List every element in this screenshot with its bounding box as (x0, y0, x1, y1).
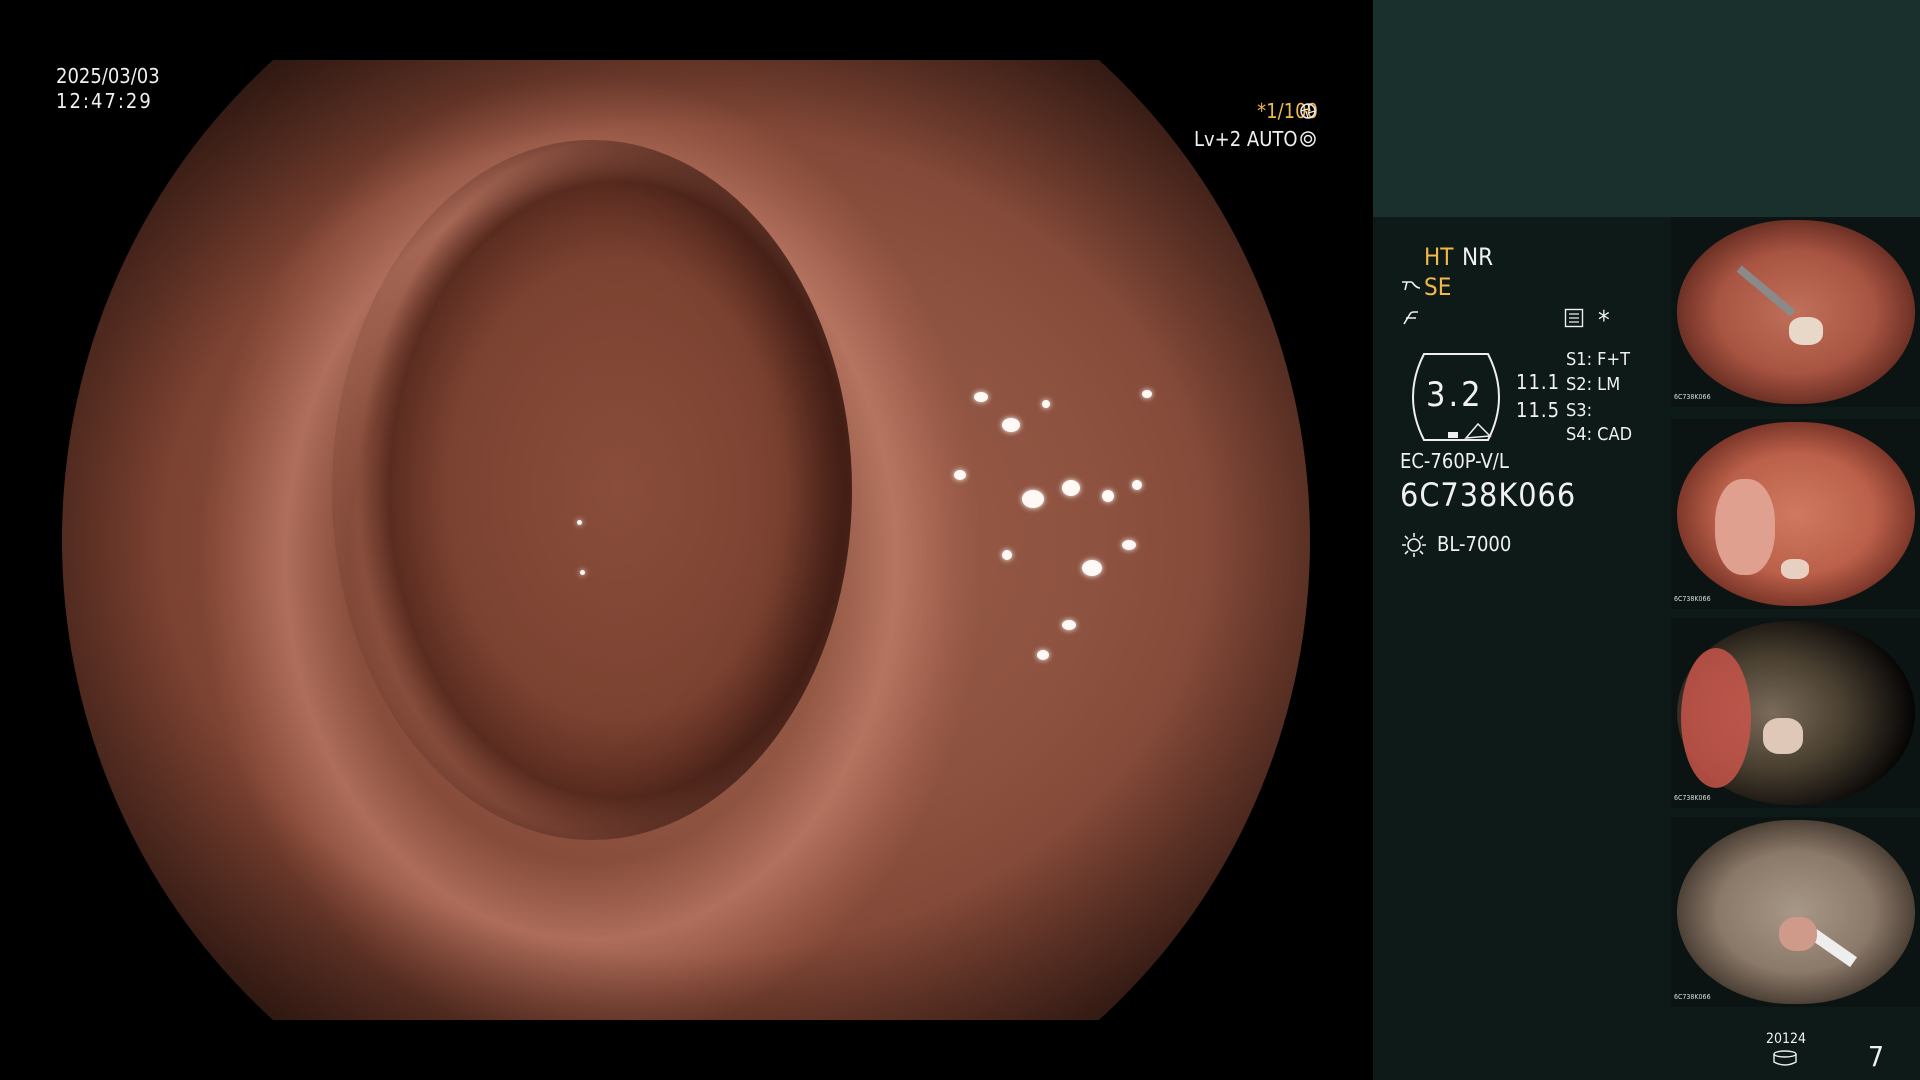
se-mode: SE (1424, 273, 1452, 301)
endoscopic-view (62, 60, 1310, 1020)
scope-tip-icon (1400, 276, 1422, 298)
switch-s1: S1: F+T (1566, 349, 1630, 370)
iris-icon (1300, 131, 1316, 147)
thumbnail-2[interactable]: 6C738K066 (1671, 419, 1920, 609)
light-source-icon (1400, 531, 1428, 559)
thumbnail-4-id: 6C738K066 (1674, 993, 1711, 1001)
info-panel-header (1373, 0, 1920, 217)
thumbnail-3[interactable]: 6C738K066 (1671, 618, 1920, 808)
record-icon (1564, 308, 1584, 328)
ht-mode: HT (1424, 243, 1454, 271)
iris-value: Lv+2 AUTO (1194, 127, 1298, 151)
scale-top-value: 11.1 (1516, 370, 1561, 394)
thumbnail-3-id: 6C738K066 (1674, 794, 1711, 802)
thumbnail-4[interactable]: 6C738K066 (1671, 817, 1920, 1007)
page-number: 7 (1868, 1040, 1885, 1073)
date-label: 2025/03/03 (56, 64, 160, 88)
thumbnail-2-id: 6C738K066 (1674, 595, 1711, 603)
thumbnail-1[interactable]: 6C738K066 (1671, 217, 1920, 407)
scale-bottom-value: 11.5 (1516, 398, 1561, 422)
time-label: 12:47:29 (56, 89, 153, 113)
counter-label: 20124 (1766, 1031, 1807, 1047)
nr-mode: NR (1462, 243, 1494, 271)
light-source-label: BL-7000 (1437, 532, 1512, 556)
vignette (62, 60, 1310, 1020)
storage-icon (1773, 1050, 1797, 1066)
scope-serial: 6C738K066 (1400, 476, 1577, 514)
scope-model: EC-760P-V/L (1400, 449, 1509, 473)
shutter-icon (1300, 103, 1316, 119)
zoom-scale-value: 3.2 (1426, 375, 1484, 415)
switch-s2: S2: LM (1566, 374, 1621, 395)
switch-s4: S4: CAD (1566, 424, 1633, 445)
switch-s3: S3: (1566, 400, 1593, 421)
asterisk-indicator: * (1598, 306, 1610, 336)
thumbnail-1-id: 6C738K066 (1674, 393, 1711, 401)
freeze-icon (1400, 306, 1422, 328)
